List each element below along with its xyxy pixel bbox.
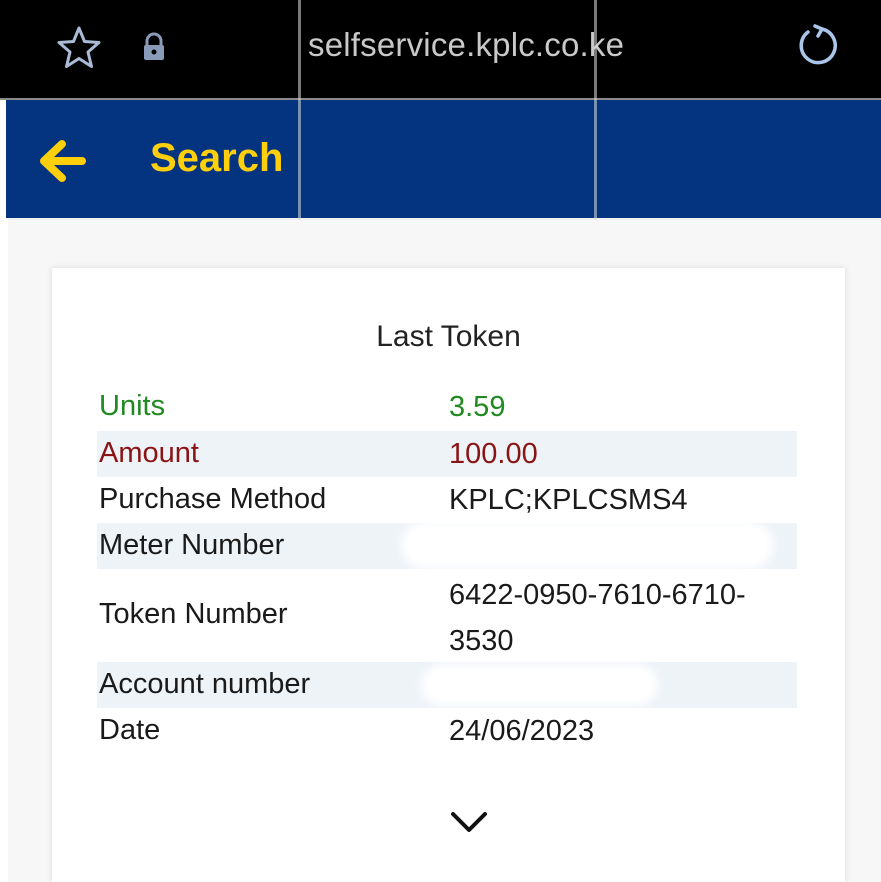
- date-value: 24/06/2023: [449, 715, 595, 747]
- reload-icon[interactable]: [794, 22, 842, 70]
- row-date: Date 24/06/2023: [97, 708, 797, 754]
- chevron-down-icon[interactable]: [449, 808, 489, 836]
- star-icon[interactable]: [55, 24, 103, 72]
- token-number-label: Token Number: [99, 598, 288, 630]
- units-value: 3.59: [449, 391, 506, 423]
- row-amount: Amount 100.00: [97, 431, 797, 477]
- row-purchase-method: Purchase Method KPLC;KPLCSMS4: [97, 477, 797, 523]
- units-label: Units: [99, 390, 166, 422]
- row-token-number: Token Number 6422-0950-7610-6710-3530: [97, 570, 797, 662]
- meter-number-label: Meter Number: [99, 529, 285, 561]
- card-title: Last Token: [376, 320, 521, 353]
- redaction-mark: [407, 527, 767, 563]
- row-units: Units 3.59: [97, 384, 797, 430]
- row-meter-number: Meter Number: [97, 523, 797, 569]
- account-number-label: Account number: [99, 668, 311, 700]
- app-header: Search: [6, 100, 881, 218]
- lock-icon[interactable]: [141, 32, 167, 62]
- redaction-mark: [427, 670, 652, 700]
- amount-value: 100.00: [449, 438, 538, 470]
- token-number-value: 6422-0950-7610-6710-3530: [449, 579, 746, 657]
- overlay-line: [594, 0, 597, 220]
- date-label: Date: [99, 714, 161, 746]
- back-arrow-icon[interactable]: [36, 136, 86, 186]
- row-account-number: Account number: [97, 662, 797, 708]
- browser-address-bar: selfservice.kplc.co.ke: [0, 0, 881, 98]
- page-title: Search: [150, 136, 284, 180]
- amount-label: Amount: [99, 437, 199, 469]
- purchase-method-value: KPLC;KPLCSMS4: [449, 484, 688, 516]
- purchase-method-label: Purchase Method: [99, 483, 327, 515]
- url-text[interactable]: selfservice.kplc.co.ke: [308, 26, 624, 64]
- overlay-line: [298, 0, 301, 220]
